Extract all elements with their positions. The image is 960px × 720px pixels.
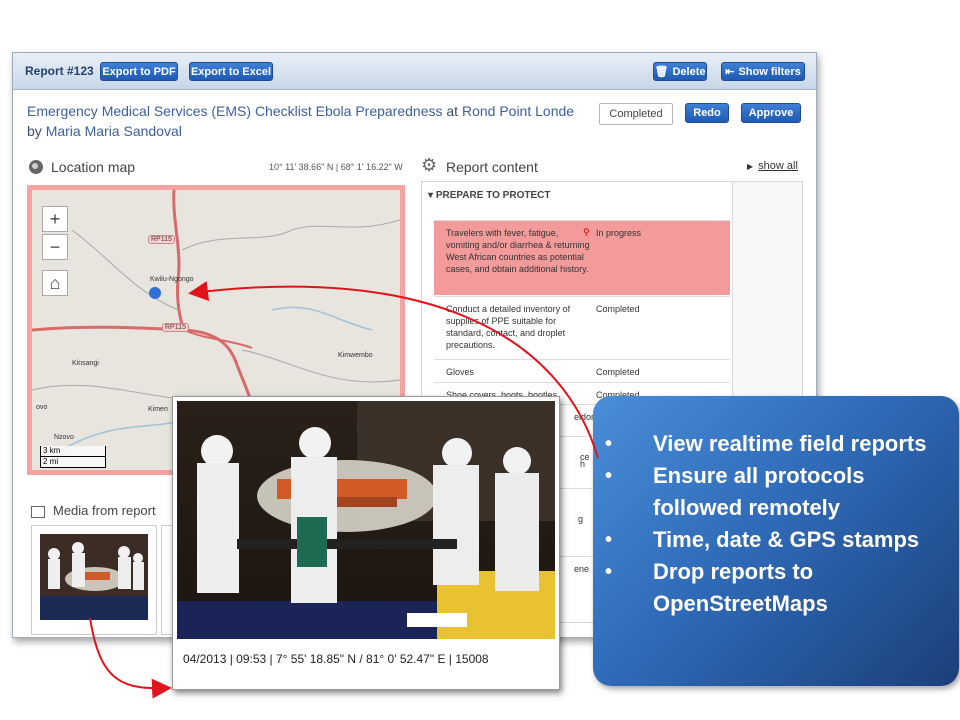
annotation-arrows [89, 281, 599, 699]
arrow-to-map [188, 281, 599, 459]
arrow-to-photo [89, 617, 172, 699]
